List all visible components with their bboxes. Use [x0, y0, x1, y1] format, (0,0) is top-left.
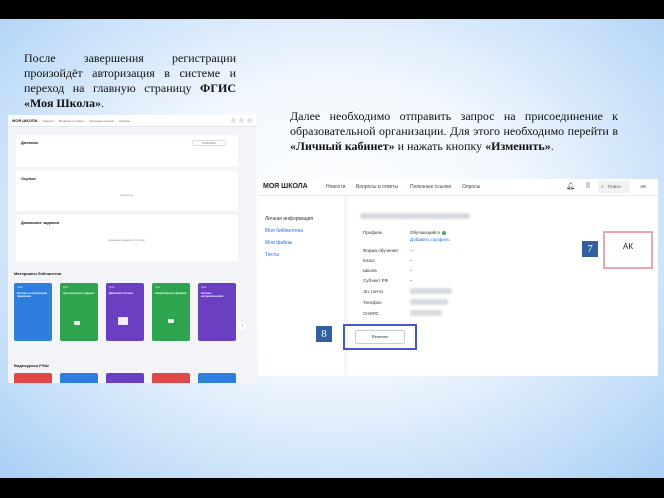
cabinet-sidebar: Личная информация Моя библиотека Мои фай… [258, 196, 344, 376]
home-nav-polls[interactable]: Опросы [119, 119, 130, 123]
avatar[interactable] [247, 118, 252, 123]
slide: После завершения регистрации произойдёт … [0, 19, 664, 478]
search-label: Поиск [608, 184, 621, 189]
school-value: – [410, 268, 413, 273]
tile-title: Элементарные функции [155, 292, 187, 295]
homework-card: Домашние задания Домашнее задание отсутс… [16, 215, 238, 261]
library-title[interactable]: Материалы библиотеки [14, 271, 61, 276]
homework-title[interactable]: Домашние задания [21, 220, 59, 225]
tile-tag: Урок [109, 286, 115, 289]
tile-image [74, 321, 80, 325]
home-nav-faq[interactable]: Вопросы и ответы [59, 119, 84, 123]
sidebar-item-files[interactable]: Мои файлы [265, 240, 292, 246]
edit-button[interactable]: Изменить [355, 330, 405, 344]
cabinet-screenshot: МОЯ ШКОЛА Новости Вопросы и ответы Полез… [258, 179, 658, 376]
sidebar-item-personal-info[interactable]: Личная информация [265, 216, 313, 222]
label-study-form: Форма обучения [363, 248, 398, 253]
add-profile-link[interactable]: Добавить профиль [410, 237, 450, 242]
home-topbar-right [231, 118, 252, 123]
label-email: Эл. почта [363, 289, 383, 294]
label-phone: Телефон [363, 300, 382, 305]
tile-image [118, 317, 128, 325]
label-class: Класс [363, 258, 376, 263]
instruction-bold-edit: «Изменить» [485, 139, 551, 153]
bell-icon[interactable]: 🔔︎ [566, 183, 575, 191]
profile-value: Обучающийся [410, 230, 446, 235]
tile-tag: Урок [155, 286, 161, 289]
tile-tag: Урок [201, 286, 207, 289]
library-tile[interactable]: Урок Урок реального задания [60, 283, 98, 341]
home-topbar: МОЯ ШКОЛА Новости Вопросы и ответы Полез… [8, 115, 256, 127]
tile-title: Двоичная система [109, 292, 133, 295]
instruction-text-3: . [550, 139, 554, 153]
home-nav-news[interactable]: Новости [43, 119, 55, 123]
cabinet-nav-polls[interactable]: Опросы [462, 184, 480, 190]
instruction-paragraph: Далее необходимо отправить запрос на при… [290, 109, 618, 154]
label-snils: СНИЛС [363, 311, 379, 316]
library-tile[interactable]: Урок Элементарные функции [152, 283, 190, 341]
grid-icon[interactable]: ⠿ [584, 183, 592, 191]
cabinet-topbar: МОЯ ШКОЛА Новости Вопросы и ответы Полез… [258, 179, 658, 196]
region-value: – [410, 278, 413, 283]
intro-suffix: . [100, 96, 104, 110]
study-form-value: – [410, 248, 413, 253]
library-tile[interactable]: Урок Основы алгоритмических [198, 283, 236, 341]
avatar[interactable]: АК [636, 181, 650, 193]
sidebar-item-library[interactable]: Моя библиотека [265, 228, 303, 234]
edit-highlight: Изменить [343, 324, 417, 350]
video-tile[interactable] [106, 373, 144, 383]
check-icon [441, 230, 446, 235]
intro-paragraph: После завершения регистрации произойдёт … [24, 51, 236, 111]
library-tile[interactable]: Урок Двоичная система [106, 283, 144, 341]
phone-blurred [410, 299, 448, 305]
tile-image [168, 319, 174, 323]
cabinet-nav-news[interactable]: Новости [326, 184, 345, 190]
search-button[interactable]: ⌕ Поиск [598, 181, 630, 193]
instruction-text-2: и нажать кнопку [394, 139, 486, 153]
snils-blurred [410, 310, 442, 316]
avatar-highlight[interactable]: АК [603, 231, 653, 269]
home-nav-links[interactable]: Полезные ссылки [89, 119, 114, 123]
carousel-next-icon[interactable]: › [239, 323, 246, 330]
step-badge-8: 8 [316, 326, 332, 342]
tile-title: Урок реального задания [63, 292, 95, 295]
video-title[interactable]: Видеоуроки РЭШ [14, 363, 49, 368]
video-tile[interactable] [14, 373, 52, 383]
homework-empty: Домашнее задание отсутствует [108, 239, 146, 242]
profile-value-text: Обучающийся [410, 230, 440, 235]
cabinet-nav-links[interactable]: Полезные ссылки [410, 184, 451, 190]
library-tile[interactable]: Урок Основы и ограничения правления [14, 283, 52, 341]
diary-card: Дневник 01.09–2023 [16, 135, 238, 167]
home-logo[interactable]: МОЯ ШКОЛА [12, 118, 38, 123]
label-profile: Профиль [363, 230, 383, 235]
label-school: Школа [363, 268, 377, 273]
bell-icon[interactable] [231, 118, 236, 123]
class-value: – [410, 258, 413, 263]
grades-card: Оценки Оценок нет [16, 171, 238, 211]
instruction-text-1: Далее необходимо отправить запрос на при… [290, 109, 618, 138]
search-icon: ⌕ [601, 184, 604, 190]
label-region: Субъект РФ [363, 278, 388, 283]
sidebar-item-tests[interactable]: Тесты [265, 252, 279, 258]
tile-title: Основы алгоритмических [201, 292, 224, 299]
diary-date[interactable]: 01.09–2023 [192, 140, 226, 146]
email-blurred [410, 288, 452, 294]
tile-tag: Урок [17, 286, 23, 289]
tile-tag: Урок [63, 286, 69, 289]
instruction-bold-cabinet: «Личный кабинет» [290, 139, 395, 153]
step-badge-7: 7 [582, 241, 598, 257]
user-name-blurred [360, 213, 470, 219]
grades-title[interactable]: Оценки [21, 176, 36, 181]
diary-title[interactable]: Дневник [21, 140, 38, 145]
home-page-screenshot: МОЯ ШКОЛА Новости Вопросы и ответы Полез… [8, 115, 256, 383]
video-tile[interactable] [60, 373, 98, 383]
grid-icon[interactable] [239, 118, 244, 123]
tile-title: Основы и ограничения правления [17, 292, 47, 299]
video-tile[interactable] [198, 373, 236, 383]
cabinet-logo[interactable]: МОЯ ШКОЛА [263, 183, 308, 190]
avatar-highlight-text: АК [623, 242, 633, 251]
grades-empty: Оценок нет [120, 194, 134, 197]
video-tile[interactable] [152, 373, 190, 383]
cabinet-nav-faq[interactable]: Вопросы и ответы [356, 184, 398, 190]
